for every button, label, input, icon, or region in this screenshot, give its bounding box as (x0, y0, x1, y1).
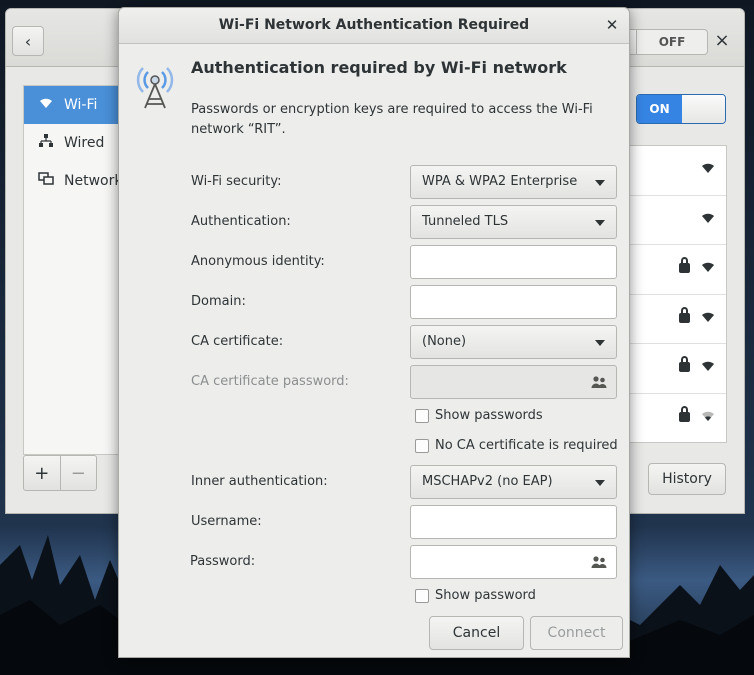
switch-state-label: ON (637, 95, 682, 123)
dropdown-value: WPA & WPA2 Enterprise (422, 174, 578, 189)
network-row[interactable] (623, 146, 726, 196)
back-button[interactable]: ‹ (12, 26, 44, 56)
lock-icon (679, 306, 690, 323)
checkbox-box[interactable] (415, 408, 429, 423)
username-label: Username: (191, 514, 262, 529)
network-proxy-icon (38, 172, 54, 190)
domain-field[interactable] (410, 285, 617, 319)
close-icon[interactable]: ✕ (603, 16, 621, 34)
anonymous-identity-label: Anonymous identity: (191, 254, 325, 269)
checkbox-box[interactable] (415, 438, 429, 453)
ca-certificate-password-label: CA certificate password: (191, 374, 349, 389)
dropdown-value: (None) (422, 334, 467, 349)
wifi-weak-signal-icon (702, 411, 714, 421)
wifi-auth-dialog: Wi-Fi Network Authentication Required ✕ … (118, 7, 630, 658)
wifi-signal-icon (702, 163, 714, 173)
wifi-tower-icon (136, 67, 174, 109)
network-row[interactable] (623, 196, 726, 246)
checkbox-box[interactable] (415, 588, 429, 603)
dialog-heading: Authentication required by Wi-Fi network (191, 58, 567, 77)
wifi-power-switch[interactable]: ON (636, 94, 726, 124)
network-row[interactable] (623, 394, 726, 444)
cancel-button[interactable]: Cancel (429, 616, 524, 650)
inner-authentication-dropdown[interactable]: MSCHAPv2 (no EAP) (410, 465, 617, 499)
switch-knob (682, 95, 725, 123)
sidebar-item-network[interactable]: Network (24, 162, 126, 200)
wifi-signal-icon (702, 312, 714, 322)
password-field[interactable] (410, 545, 617, 579)
password-storage-icon (591, 376, 607, 388)
wifi-signal-icon (702, 362, 714, 372)
airplane-mode-switch[interactable]: OFF (626, 29, 708, 55)
dialog-title: Wi-Fi Network Authentication Required (218, 17, 530, 33)
sidebar-toolbar: + − (23, 455, 97, 491)
network-row[interactable] (623, 295, 726, 345)
checkbox-label: No CA certificate is required (435, 438, 618, 453)
dialog-description: Passwords or encryption keys are require… (191, 102, 593, 137)
wifi-security-label: Wi-Fi security: (191, 174, 282, 189)
network-row[interactable] (623, 245, 726, 295)
username-field[interactable] (410, 505, 617, 539)
lock-icon (679, 356, 690, 373)
sidebar-item-wifi[interactable]: Wi-Fi (24, 86, 126, 124)
password-storage-icon[interactable] (591, 555, 607, 569)
ca-certificate-label: CA certificate: (191, 334, 284, 349)
wifi-signal-icon (702, 262, 714, 273)
dropdown-value: Tunneled TLS (422, 214, 509, 229)
switch-state-label: OFF (658, 35, 686, 49)
connect-button[interactable]: Connect (530, 616, 623, 650)
chevron-down-icon (595, 220, 605, 226)
checkbox-label: Show passwords (435, 408, 543, 423)
network-row[interactable] (623, 344, 726, 394)
wifi-network-list (622, 145, 727, 443)
close-icon[interactable]: × (712, 31, 732, 51)
wifi-signal-icon (702, 213, 714, 223)
wifi-security-dropdown[interactable]: WPA & WPA2 Enterprise (410, 165, 617, 199)
ca-certificate-dropdown[interactable]: (None) (410, 325, 617, 359)
anonymous-identity-field[interactable] (410, 245, 617, 279)
password-label: Password: (190, 554, 256, 569)
dialog-titlebar: Wi-Fi Network Authentication Required ✕ (119, 8, 629, 44)
history-button[interactable]: History (648, 463, 726, 495)
lock-icon (679, 257, 690, 274)
sidebar-item-label: Wired (64, 135, 105, 151)
settings-sidebar: Wi-Fi Wired Network (23, 85, 127, 455)
inner-authentication-label: Inner authentication: (191, 474, 328, 489)
chevron-down-icon (595, 180, 605, 186)
no-ca-required-checkbox[interactable]: No CA certificate is required (415, 438, 618, 453)
authentication-label: Authentication: (191, 214, 291, 229)
domain-label: Domain: (191, 294, 246, 309)
add-connection-button[interactable]: + (24, 456, 60, 490)
sidebar-item-label: Network (64, 173, 123, 189)
remove-connection-button[interactable]: − (59, 456, 97, 490)
authentication-dropdown[interactable]: Tunneled TLS (410, 205, 617, 239)
wired-network-icon (38, 134, 54, 152)
checkbox-label: Show password (435, 588, 536, 603)
chevron-left-icon: ‹ (24, 31, 32, 51)
chevron-down-icon (595, 480, 605, 486)
sidebar-item-wired[interactable]: Wired (24, 124, 126, 162)
ca-certificate-password-field (410, 365, 617, 399)
sidebar-item-label: Wi-Fi (64, 97, 98, 113)
show-password-checkbox[interactable]: Show password (415, 588, 536, 603)
wifi-icon (38, 97, 54, 113)
dropdown-value: MSCHAPv2 (no EAP) (422, 474, 553, 489)
show-passwords-checkbox[interactable]: Show passwords (415, 408, 543, 423)
chevron-down-icon (595, 340, 605, 346)
lock-icon (679, 405, 690, 422)
